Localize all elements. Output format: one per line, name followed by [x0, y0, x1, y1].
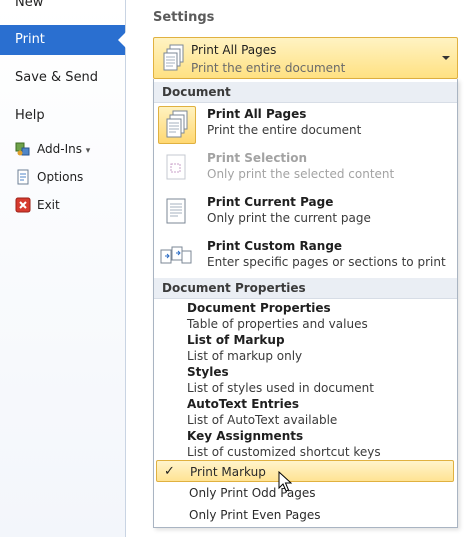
checkmark-icon: ✓	[164, 464, 175, 479]
menu-item-key-assignments[interactable]: Key Assignments List of customized short…	[187, 429, 447, 461]
exit-label: Exit	[37, 198, 60, 212]
menu-item-print-markup[interactable]: ✓ Print Markup	[156, 460, 454, 482]
nav-item-help-label: Help	[15, 108, 45, 123]
menu-item-only-print-even-pages[interactable]: Only Print Even Pages	[154, 504, 457, 526]
menu-item-description: Table of properties and values	[187, 317, 368, 331]
nav-item-exit[interactable]: Exit	[15, 195, 60, 215]
menu-item-title: Document Properties	[187, 301, 331, 315]
menu-item-title: Key Assignments	[187, 429, 304, 443]
menu-item-label: Only Print Even Pages	[189, 508, 321, 522]
menu-item-description: Only print the selected content	[207, 167, 395, 181]
print-range-dropdown[interactable]: Print All Pages Print the entire documen…	[153, 37, 458, 79]
menu-item-description: Only print the current page	[207, 211, 371, 225]
nav-item-save-send-label: Save & Send	[15, 70, 99, 85]
menu-item-description: List of styles used in document	[187, 381, 374, 395]
menu-item-only-print-odd-pages[interactable]: Only Print Odd Pages	[154, 482, 457, 504]
nav-item-new-label: New	[15, 0, 44, 10]
menu-item-document-properties[interactable]: Document Properties Table of properties …	[187, 301, 447, 333]
menu-item-print-current-page[interactable]: Print Current Page Only print the curren…	[154, 192, 457, 236]
backstage-nav: New Print Save & Send Help Add-Ins ▾ Opt…	[0, 0, 126, 537]
menu-item-list-of-markup[interactable]: List of Markup List of markup only	[187, 333, 447, 365]
nav-item-print[interactable]: Print	[0, 25, 126, 55]
menu-item-styles[interactable]: Styles List of styles used in document	[187, 365, 447, 397]
nav-item-print-label: Print	[15, 32, 45, 47]
menu-item-description: List of AutoText available	[187, 413, 338, 427]
addins-dropdown-icon: ▾	[85, 146, 91, 156]
menu-item-autotext-entries[interactable]: AutoText Entries List of AutoText availa…	[187, 397, 447, 429]
menu-item-title: Print Selection	[207, 151, 308, 165]
print-selection-icon	[158, 150, 196, 188]
exit-icon	[15, 197, 31, 213]
nav-item-help[interactable]: Help	[0, 101, 125, 131]
menu-item-label: Only Print Odd Pages	[189, 486, 316, 500]
menu-item-title: List of Markup	[187, 333, 285, 347]
menu-item-print-custom-range[interactable]: Print Custom Range Enter specific pages …	[154, 236, 457, 280]
options-label: Options	[37, 170, 84, 184]
settings-heading: Settings	[153, 10, 215, 25]
nav-item-save-send[interactable]: Save & Send	[0, 63, 125, 93]
menu-item-title: Print Custom Range	[207, 239, 343, 253]
menu-item-title: Print All Pages	[207, 107, 307, 121]
menu-item-print-all-pages[interactable]: Print All Pages Print the entire documen…	[154, 104, 457, 148]
menu-item-description: Enter specific pages or sections to prin…	[207, 255, 446, 269]
addins-label: Add-Ins	[37, 142, 82, 156]
document-section-header: Document	[154, 82, 457, 103]
print-range-menu: Document Print All Pages Print the entir…	[153, 79, 458, 528]
print-custom-range-icon	[158, 238, 196, 276]
menu-item-title: AutoText Entries	[187, 397, 299, 411]
menu-item-title: Styles	[187, 365, 229, 379]
menu-item-description: List of customized shortcut keys	[187, 445, 381, 459]
print-all-pages-icon	[163, 44, 185, 75]
chevron-down-icon[interactable]	[442, 56, 450, 60]
dropdown-description: Print the entire document	[191, 61, 346, 75]
document-properties-section-header: Document Properties	[154, 278, 457, 299]
dropdown-title: Print All Pages	[191, 43, 277, 57]
nav-item-new[interactable]: New	[0, 0, 125, 18]
menu-item-print-selection: Print Selection Only print the selected …	[154, 148, 457, 192]
menu-item-title: Print Current Page	[207, 195, 334, 209]
print-current-page-icon	[158, 194, 196, 232]
options-icon	[15, 169, 31, 185]
menu-item-description: Print the entire document	[207, 123, 362, 137]
nav-item-addins[interactable]: Add-Ins ▾	[15, 139, 90, 159]
nav-item-options[interactable]: Options	[15, 167, 83, 187]
menu-item-label: Print Markup	[190, 465, 266, 479]
mouse-cursor-icon	[278, 470, 293, 496]
addins-icon	[15, 141, 31, 157]
print-all-pages-icon	[158, 106, 196, 144]
menu-item-description: List of markup only	[187, 349, 303, 363]
